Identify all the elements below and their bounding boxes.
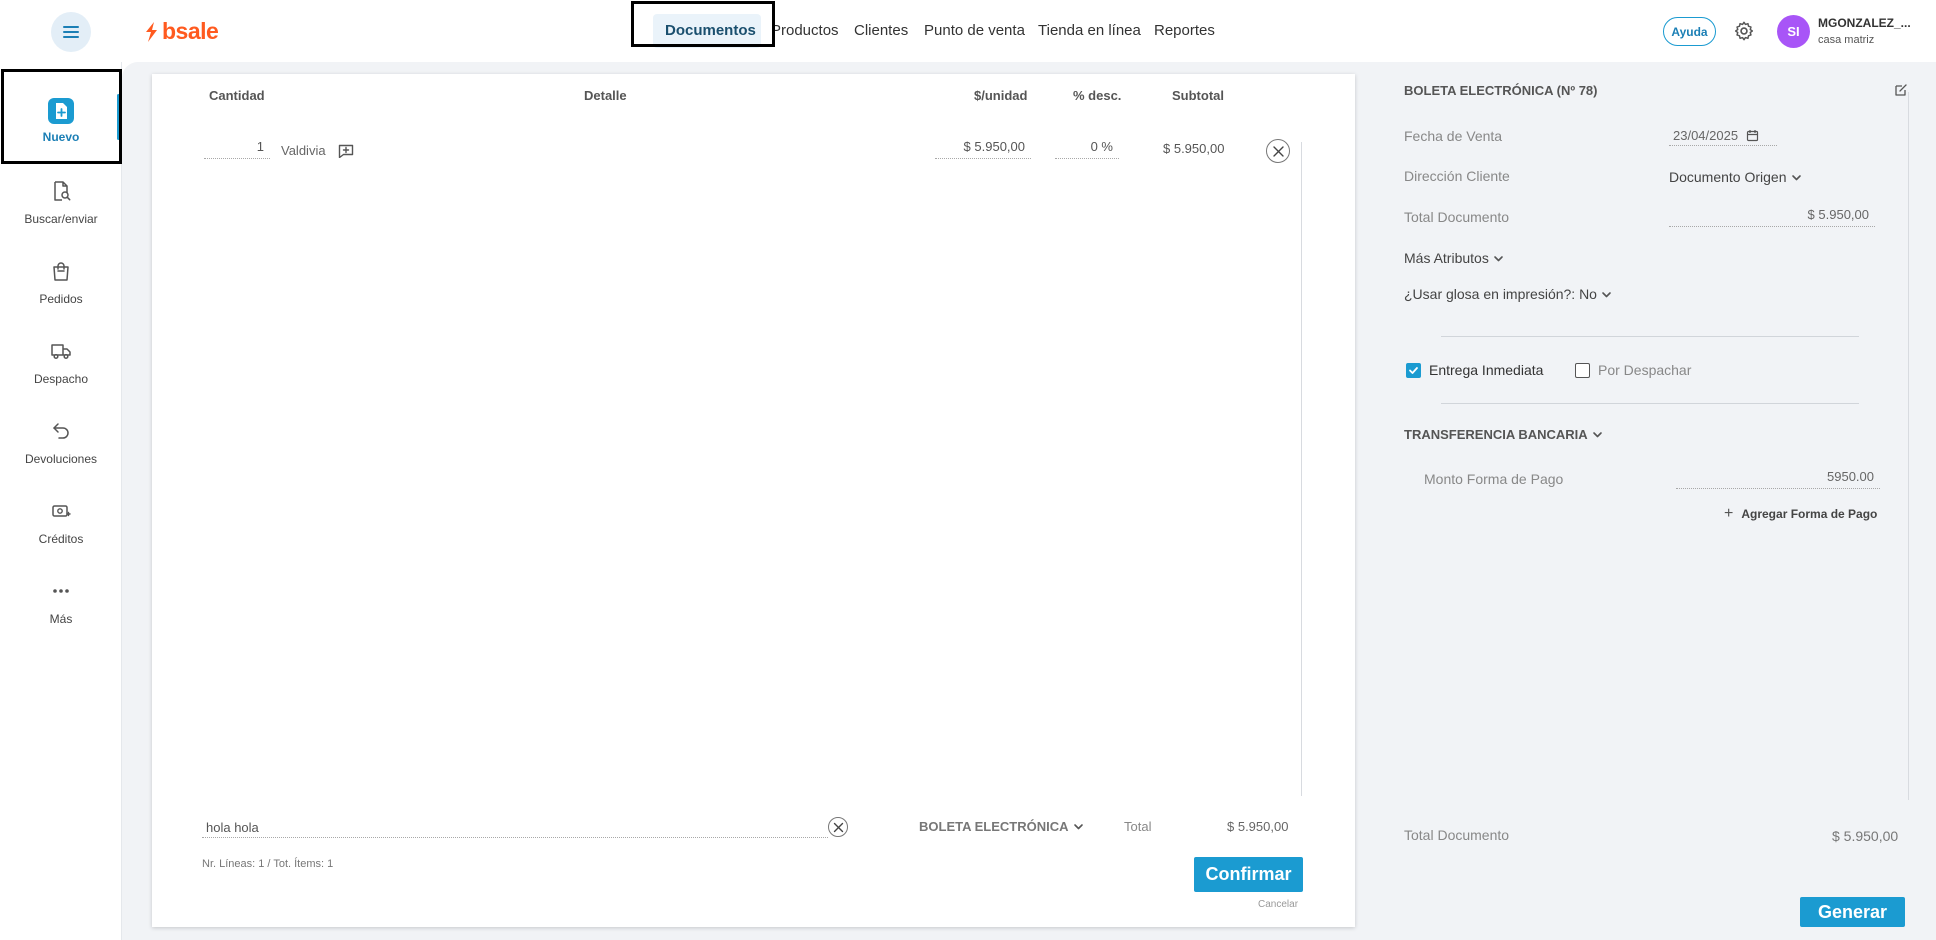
discount-input[interactable]: 0 % [1055, 139, 1119, 159]
line-detail[interactable]: Valdivia [281, 143, 326, 158]
document-total-value: $ 5.950,00 [1669, 207, 1875, 227]
print-gloss-select[interactable]: ¿Usar glosa en impresión?: No [1404, 286, 1612, 302]
column-header-detail: Detalle [584, 88, 627, 103]
chevron-down-icon [1592, 432, 1602, 438]
payment-method-label: TRANSFERENCIA BANCARIA [1404, 427, 1588, 442]
search-document-icon [48, 178, 74, 204]
column-header-subtotal: Subtotal [1172, 88, 1224, 103]
sale-date-label: Fecha de Venta [1404, 128, 1503, 144]
nav-documentos[interactable]: Documentos [665, 22, 756, 39]
sidebar-item-label: Créditos [38, 532, 84, 546]
footer-total-value: $ 5.950,00 [1832, 828, 1899, 844]
confirm-button[interactable]: Confirmar [1194, 857, 1303, 892]
more-attributes-label: Más Atributos [1404, 250, 1489, 266]
document-title: BOLETA ELECTRÓNICA (Nº 78) [1404, 83, 1598, 98]
user-branch: casa matriz [1818, 34, 1875, 46]
generate-button[interactable]: Generar [1800, 897, 1905, 927]
divider [1441, 336, 1859, 337]
document-type-label: BOLETA ELECTRÓNICA [919, 819, 1069, 834]
checkbox-checked[interactable] [1406, 362, 1421, 378]
add-payment-method-button[interactable]: + Agregar Forma de Pago [1724, 505, 1877, 523]
add-comment-icon[interactable] [338, 144, 354, 158]
lines-scrollbar[interactable] [1301, 142, 1302, 796]
right-panel-scrollbar[interactable] [1908, 92, 1909, 800]
calendar-icon [1746, 130, 1759, 142]
edit-document-icon[interactable] [1894, 83, 1908, 97]
add-payment-label: Agregar Forma de Pago [1741, 507, 1878, 521]
sidebar-item-buscar-enviar[interactable]: Buscar/enviar [0, 172, 122, 242]
payment-amount-label: Monto Forma de Pago [1424, 471, 1564, 487]
check-icon [1409, 366, 1418, 374]
clear-comment-button[interactable] [828, 817, 848, 837]
divider [1441, 403, 1859, 404]
column-header-discount: % desc. [1073, 88, 1122, 103]
sidebar-item-label: Buscar/enviar [24, 212, 98, 226]
total-label: Total [1124, 819, 1152, 834]
total-value: $ 5.950,00 [1227, 819, 1289, 834]
client-address-label: Dirección Cliente [1404, 168, 1510, 184]
help-button[interactable]: Ayuda [1663, 17, 1716, 46]
cancel-link[interactable]: Cancelar [1258, 899, 1298, 910]
shopping-bag-icon [48, 258, 74, 284]
user-avatar[interactable]: SI [1777, 15, 1810, 48]
truck-icon [48, 338, 74, 364]
to-dispatch-label: Por Despachar [1598, 362, 1692, 378]
sale-date-value: 23/04/2025 [1673, 128, 1739, 143]
nav-clientes[interactable]: Clientes [854, 22, 908, 39]
payment-method-select[interactable]: TRANSFERENCIA BANCARIA [1404, 427, 1603, 442]
plus-icon: + [1724, 505, 1734, 522]
line-item-counts: Nr. Líneas: 1 / Tot. Ítems: 1 [202, 858, 334, 870]
chevron-down-icon [1791, 174, 1801, 180]
more-dots-icon [48, 578, 74, 604]
gear-icon[interactable] [1733, 20, 1755, 42]
remove-line-button[interactable] [1266, 139, 1290, 163]
column-header-quantity: Cantidad [209, 88, 265, 103]
main-nav: Documentos Productos Clientes Punto de v… [0, 22, 1936, 42]
quantity-input[interactable]: 1 [204, 139, 270, 159]
footer-total-label: Total Documento [1404, 827, 1510, 843]
to-dispatch-checkbox[interactable]: Por Despachar [1575, 362, 1691, 378]
document-total-label: Total Documento [1404, 209, 1510, 225]
nav-tienda-en-linea[interactable]: Tienda en línea [1038, 22, 1141, 39]
close-icon [833, 822, 843, 832]
unit-price-input[interactable]: $ 5.950,00 [935, 139, 1031, 159]
sidebar-item-label: Pedidos [39, 292, 83, 306]
sidebar-item-label: Despacho [33, 372, 89, 386]
more-attributes-toggle[interactable]: Más Atributos [1404, 250, 1504, 266]
sidebar-item-despacho[interactable]: Despacho [0, 332, 122, 402]
close-icon [1272, 145, 1284, 157]
sidebar-item-nuevo[interactable]: Nuevo [0, 92, 122, 162]
column-header-unit-price: $/unidad [974, 88, 1028, 103]
nav-productos[interactable]: Productos [771, 22, 839, 39]
line-subtotal: $ 5.950,00 [1163, 141, 1225, 156]
document-type-select[interactable]: BOLETA ELECTRÓNICA [919, 819, 1084, 834]
credit-icon [48, 498, 74, 524]
client-address-value: Documento Origen [1669, 169, 1787, 185]
nav-reportes[interactable]: Reportes [1154, 22, 1215, 39]
user-name[interactable]: MGONZALEZ_... [1818, 16, 1911, 30]
chevron-down-icon [1073, 824, 1083, 830]
print-gloss-label: ¿Usar glosa en impresión?: No [1404, 286, 1597, 302]
payment-amount-input[interactable]: 5950.00 [1676, 469, 1880, 489]
sale-date-input[interactable]: 23/04/2025 [1669, 126, 1777, 146]
sidebar-item-pedidos[interactable]: Pedidos [0, 252, 122, 322]
new-document-icon [48, 98, 74, 124]
document-editor-card [152, 74, 1355, 927]
sidebar-item-devoluciones[interactable]: Devoluciones [0, 412, 122, 482]
sidebar-item-label: Más [49, 612, 73, 626]
sidebar-item-mas[interactable]: Más [0, 572, 122, 642]
client-address-select[interactable]: Documento Origen [1669, 169, 1802, 185]
chevron-down-icon [1602, 291, 1611, 297]
immediate-delivery-label: Entrega Inmediata [1429, 362, 1544, 378]
return-arrow-icon [48, 418, 74, 444]
chevron-down-icon [1494, 255, 1503, 261]
immediate-delivery-checkbox[interactable]: Entrega Inmediata [1406, 362, 1543, 378]
sidebar-item-label: Devoluciones [24, 452, 98, 466]
document-comment-input[interactable] [202, 818, 828, 838]
sidebar-item-label: Nuevo [42, 130, 80, 144]
sidebar-item-creditos[interactable]: Créditos [0, 492, 122, 562]
nav-punto-de-venta[interactable]: Punto de venta [924, 22, 1025, 39]
checkbox-unchecked[interactable] [1575, 362, 1590, 378]
